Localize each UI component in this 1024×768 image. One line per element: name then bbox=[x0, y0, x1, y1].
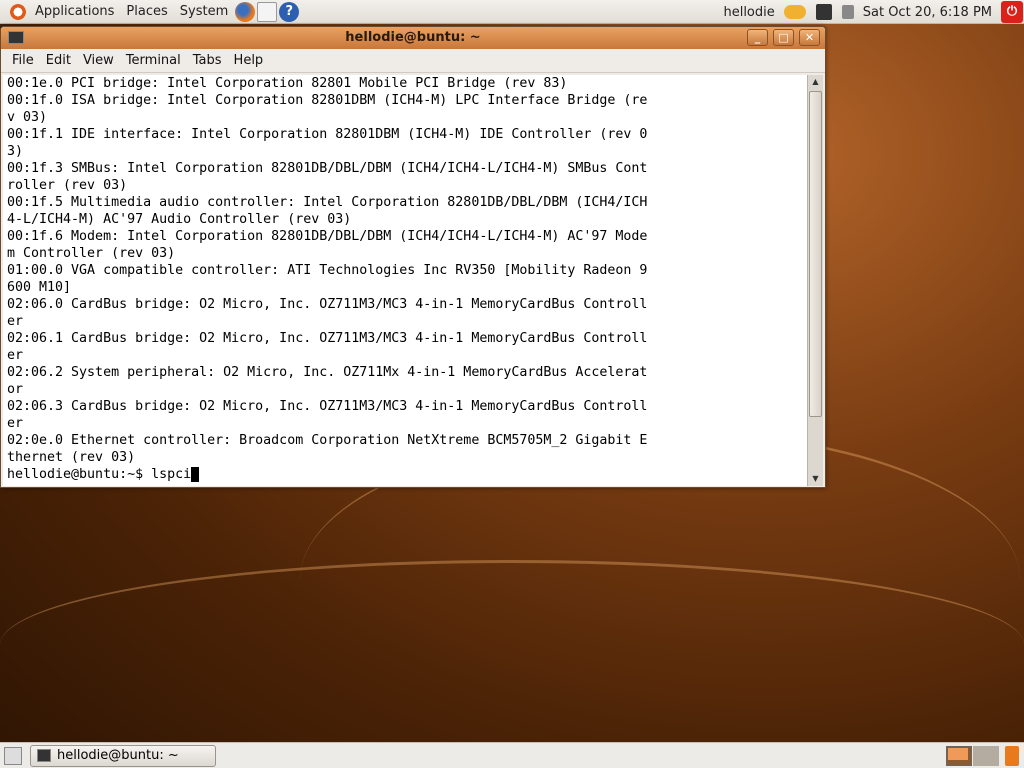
menu-edit[interactable]: Edit bbox=[40, 53, 77, 68]
terminal-line: or bbox=[7, 382, 24, 397]
terminal-line: 02:06.2 System peripheral: O2 Micro, Inc… bbox=[7, 365, 648, 380]
mail-icon[interactable] bbox=[257, 1, 278, 22]
workspace-2[interactable] bbox=[973, 746, 999, 766]
terminal-prompt[interactable]: hellodie@buntu:~$ lspci bbox=[7, 466, 807, 483]
terminal-line: 00:1f.5 Multimedia audio controller: Int… bbox=[7, 195, 648, 210]
menu-view[interactable]: View bbox=[77, 53, 120, 68]
maximize-button[interactable]: □ bbox=[773, 29, 794, 46]
terminal-line: 600 M10] bbox=[7, 280, 72, 295]
username[interactable]: hellodie bbox=[723, 5, 774, 20]
terminal-line: er bbox=[7, 348, 24, 363]
menu-bar: File Edit View Terminal Tabs Help bbox=[1, 49, 825, 73]
menu-applications[interactable]: Applications bbox=[29, 4, 120, 19]
terminal-line: 02:0e.0 Ethernet controller: Broadcom Co… bbox=[7, 433, 648, 448]
terminal-line: thernet (rev 03) bbox=[7, 450, 136, 465]
show-desktop-icon[interactable] bbox=[4, 746, 22, 765]
menu-terminal[interactable]: Terminal bbox=[120, 53, 187, 68]
minimize-button[interactable]: _ bbox=[747, 29, 768, 46]
menu-help[interactable]: Help bbox=[228, 53, 270, 68]
scrollbar-thumb[interactable] bbox=[809, 91, 822, 417]
prompt-text: hellodie@buntu:~$ lspci bbox=[7, 467, 192, 482]
terminal-icon bbox=[37, 749, 51, 762]
terminal-window: hellodie@buntu: ~ _ □ ✕ File Edit View T… bbox=[0, 26, 826, 488]
menu-system[interactable]: System bbox=[174, 4, 234, 19]
power-icon[interactable]: ⏻ bbox=[1001, 1, 1023, 23]
terminal-output[interactable]: 00:1e.0 PCI bridge: Intel Corporation 82… bbox=[3, 75, 807, 486]
terminal-line: er bbox=[7, 416, 24, 431]
volume-icon[interactable] bbox=[841, 5, 854, 19]
cursor bbox=[191, 467, 200, 482]
terminal-icon bbox=[8, 31, 24, 44]
trash-icon[interactable] bbox=[1005, 746, 1019, 766]
terminal-line: 00:1f.0 ISA bridge: Intel Corporation 82… bbox=[7, 93, 648, 108]
terminal-line: roller (rev 03) bbox=[7, 178, 128, 193]
notification-icon[interactable] bbox=[783, 5, 806, 19]
terminal-line: 02:06.1 CardBus bridge: O2 Micro, Inc. O… bbox=[7, 331, 648, 346]
taskbar-item-terminal[interactable]: hellodie@buntu: ~ bbox=[30, 744, 216, 767]
terminal-line: v 03) bbox=[7, 110, 48, 125]
top-panel: Applications Places System ? hellodie Sa… bbox=[0, 0, 1024, 24]
menu-file[interactable]: File bbox=[6, 53, 40, 68]
terminal-line: 4-L/ICH4-M) AC'97 Audio Controller (rev … bbox=[7, 212, 352, 227]
clock[interactable]: Sat Oct 20, 6:18 PM bbox=[863, 5, 992, 20]
scroll-up-arrow-icon[interactable]: ▲ bbox=[808, 75, 823, 89]
terminal-line: 01:00.0 VGA compatible controller: ATI T… bbox=[7, 263, 648, 278]
bottom-panel: hellodie@buntu: ~ bbox=[0, 742, 1024, 768]
scroll-down-arrow-icon[interactable]: ▼ bbox=[808, 472, 823, 486]
firefox-icon[interactable] bbox=[235, 1, 256, 22]
terminal-line: 3) bbox=[7, 144, 24, 159]
help-icon[interactable]: ? bbox=[279, 1, 300, 22]
terminal-line: m Controller (rev 03) bbox=[7, 246, 176, 261]
terminal-line: 00:1f.3 SMBus: Intel Corporation 82801DB… bbox=[7, 161, 648, 176]
title-bar[interactable]: hellodie@buntu: ~ _ □ ✕ bbox=[1, 27, 825, 49]
menu-places[interactable]: Places bbox=[120, 4, 173, 19]
ubuntu-logo-icon[interactable] bbox=[8, 1, 28, 22]
task-label: hellodie@buntu: ~ bbox=[57, 748, 179, 763]
terminal-line: 00:1f.1 IDE interface: Intel Corporation… bbox=[7, 127, 648, 142]
workspace-1[interactable] bbox=[946, 746, 972, 766]
scrollbar[interactable]: ▲ ▼ bbox=[807, 75, 823, 486]
terminal-line: er bbox=[7, 314, 24, 329]
menu-tabs[interactable]: Tabs bbox=[187, 53, 228, 68]
window-title: hellodie@buntu: ~ bbox=[345, 30, 481, 45]
terminal-line: 02:06.3 CardBus bridge: O2 Micro, Inc. O… bbox=[7, 399, 648, 414]
network-icon[interactable] bbox=[815, 4, 832, 20]
close-button[interactable]: ✕ bbox=[799, 29, 820, 46]
terminal-line: 00:1e.0 PCI bridge: Intel Corporation 82… bbox=[7, 76, 568, 91]
terminal-line: 02:06.0 CardBus bridge: O2 Micro, Inc. O… bbox=[7, 297, 648, 312]
terminal-line: 00:1f.6 Modem: Intel Corporation 82801DB… bbox=[7, 229, 648, 244]
